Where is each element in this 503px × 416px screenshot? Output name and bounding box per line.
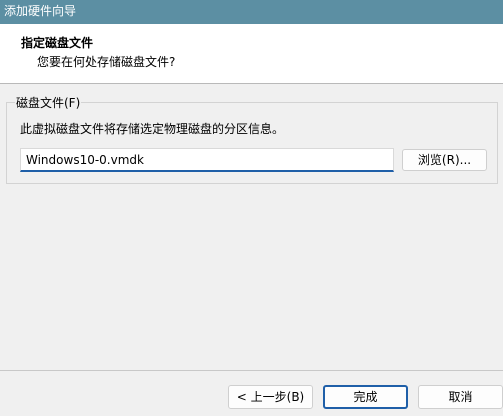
wizard-header: 指定磁盘文件 您要在何处存储磁盘文件? xyxy=(0,24,503,84)
cancel-button[interactable]: 取消 xyxy=(418,385,503,409)
disk-file-description: 此虚拟磁盘文件将存储选定物理磁盘的分区信息。 xyxy=(20,122,285,136)
back-button[interactable]: < 上一步(B) xyxy=(228,385,313,409)
page-subtitle: 您要在何处存储磁盘文件? xyxy=(37,55,176,69)
finish-button[interactable]: 完成 xyxy=(323,385,408,409)
window-titlebar: 添加硬件向导 xyxy=(0,0,503,24)
browse-button[interactable]: 浏览(R)... xyxy=(402,149,487,171)
disk-file-input[interactable] xyxy=(20,148,394,172)
disk-file-group-legend: 磁盘文件(F) xyxy=(15,94,82,111)
footer-separator xyxy=(0,370,503,371)
page-title: 指定磁盘文件 xyxy=(21,36,94,50)
window-title: 添加硬件向导 xyxy=(4,4,77,18)
disk-file-group: 磁盘文件(F) 此虚拟磁盘文件将存储选定物理磁盘的分区信息。 浏览(R)... xyxy=(6,94,498,184)
